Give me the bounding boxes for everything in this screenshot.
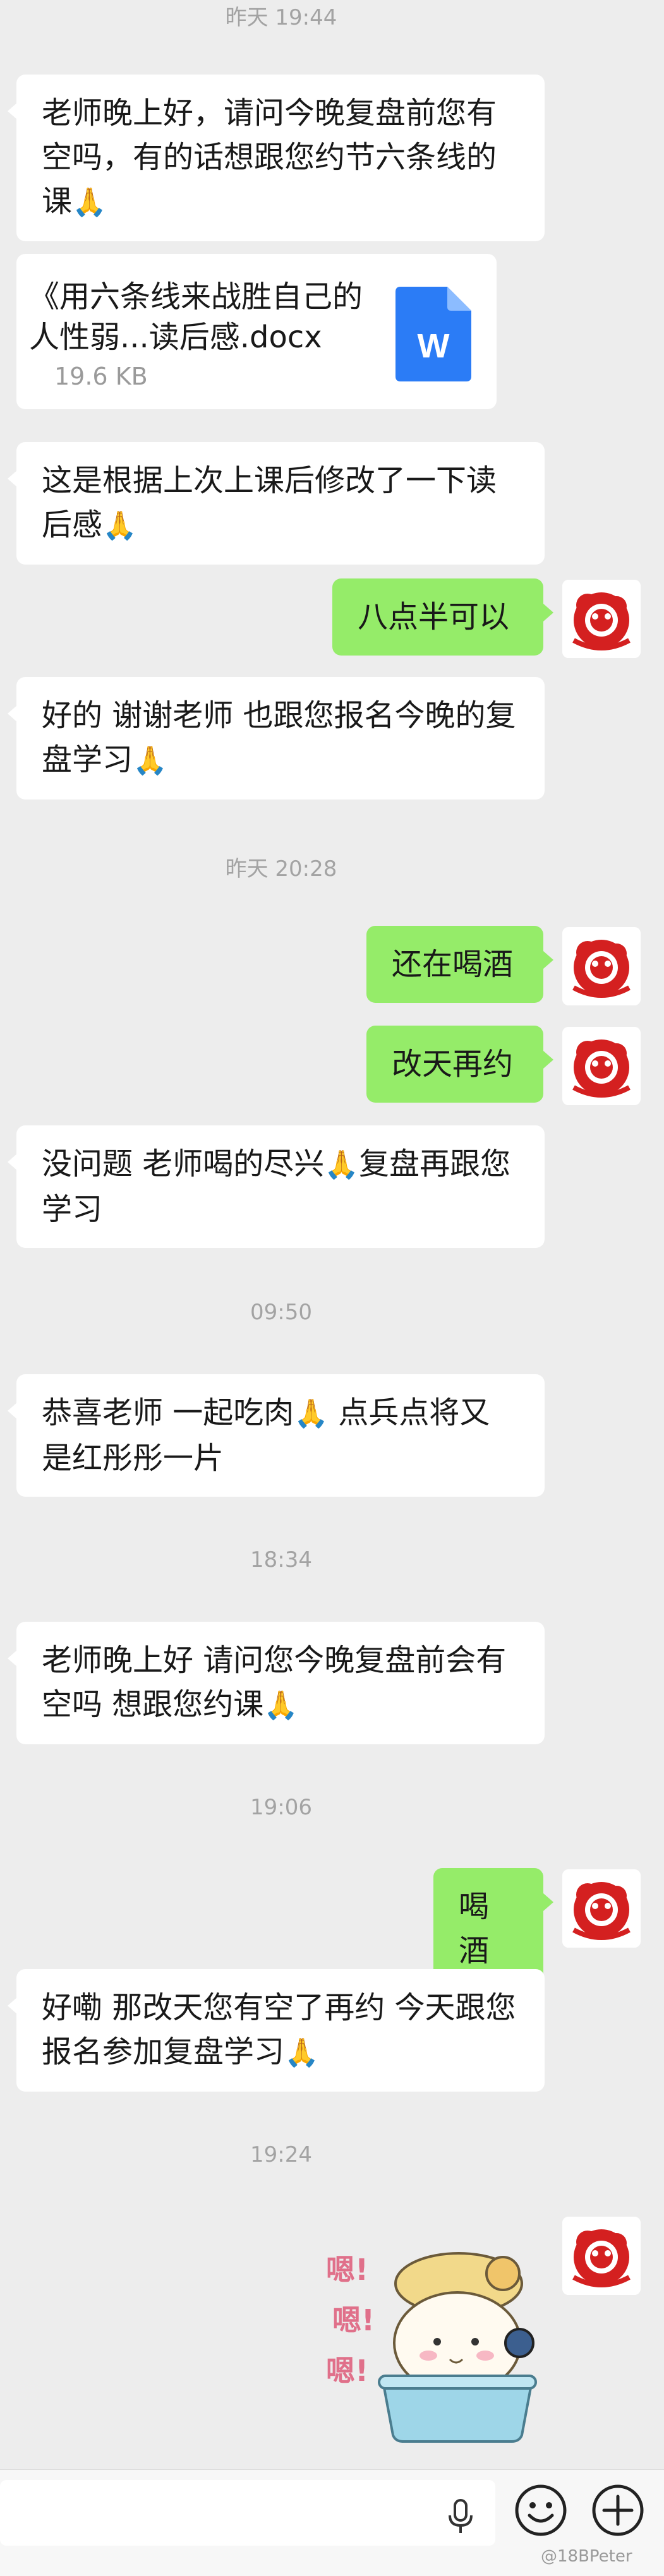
avatar[interactable] [562,1869,641,1948]
message-bubble-outgoing[interactable]: 改天再约 [366,1026,553,1103]
avatar[interactable] [562,1027,641,1105]
plus-icon[interactable] [590,2483,646,2538]
timestamp: 18:34 [250,1547,312,1573]
pray-emoji: 🙏 [324,1149,359,1181]
message-bubble-outgoing[interactable]: 八点半可以 [332,578,553,656]
pray-emoji: 🙏 [72,186,107,219]
timestamp: 昨天 19:44 [225,5,337,30]
emoji-icon[interactable] [513,2483,569,2538]
avatar[interactable] [562,580,641,658]
papercut-avatar-icon [562,580,641,658]
message-text: 喝酒 [459,1889,490,1968]
sticker-text: 嗯! [326,2253,368,2287]
word-doc-icon: W [395,287,471,381]
papercut-avatar-icon [562,927,641,1005]
avatar[interactable] [562,927,641,1005]
timestamp: 09:50 [250,1300,312,1325]
pray-emoji: 🙏 [133,745,167,777]
timestamp: 昨天 20:28 [225,856,337,882]
word-letter: W [418,327,450,365]
message-bubble-outgoing[interactable]: 还在喝酒 [366,926,553,1003]
pray-emoji: 🙏 [294,1398,329,1430]
message-text: 八点半可以 [358,599,510,635]
message-text: 好的 谢谢老师 也跟您报名今晚的复盘学习 [42,698,516,777]
message-text: 还在喝酒 [392,947,514,982]
sticker-text: 嗯! [332,2303,375,2337]
pray-emoji: 🙏 [102,510,137,542]
message-text: 好嘞 那改天您有空了再约 今天跟您报名参加复盘学习 [42,1990,516,2070]
papercut-avatar-icon [562,1027,641,1105]
message-bubble-incoming[interactable]: 好嘞 那改天您有空了再约 今天跟您报名参加复盘学习🙏 [8,1969,545,2092]
message-text: 没问题 老师喝的尽兴 [42,1146,325,1182]
papercut-avatar-icon [562,1869,641,1948]
voice-icon[interactable] [445,2498,476,2536]
file-message-card[interactable]: 《用六条线来战胜自己的人性弱...读后感.docx 19.6 KB W [16,254,497,409]
input-bar: @18BPeter [0,2469,664,2576]
message-text: 恭喜老师 一起吃肉 [42,1395,294,1430]
timestamp: 19:24 [250,2142,312,2167]
sticker-text: 嗯! [326,2354,368,2388]
message-bubble-incoming[interactable]: 恭喜老师 一起吃肉🙏 点兵点将又是红彤彤一片 [8,1374,545,1497]
message-bubble-incoming[interactable]: 老师晚上好，请问今晚复盘前您有空吗，有的话想跟您约节六条线的课🙏 [8,75,545,241]
message-bubble-incoming[interactable]: 这是根据上次上课后修改了一下读后感🙏 [8,442,545,565]
message-input[interactable] [0,2480,495,2546]
papercut-avatar-icon [562,2217,641,2295]
message-bubble-incoming[interactable]: 好的 谢谢老师 也跟您报名今晚的复盘学习🙏 [8,677,545,800]
sticker-bath-character[interactable]: 嗯! 嗯! 嗯! [313,2236,541,2444]
pray-emoji: 🙏 [263,1689,299,1722]
pray-emoji: 🙏 [284,2037,319,2069]
watermark: @18BPeter [541,2547,632,2566]
file-size: 19.6 KB [54,362,148,390]
file-name: 《用六条线来战胜自己的人性弱...读后感.docx [29,279,363,355]
timestamp: 19:06 [250,1795,312,1820]
message-text: 改天再约 [392,1046,514,1082]
message-bubble-incoming[interactable]: 老师晚上好 请问您今晚复盘前会有空吗 想跟您约课🙏 [8,1622,545,1744]
avatar[interactable] [562,2217,641,2295]
message-bubble-incoming[interactable]: 没问题 老师喝的尽兴🙏复盘再跟您学习 [8,1125,545,1248]
message-text: 老师晚上好，请问今晚复盘前您有空吗，有的话想跟您约节六条线的课 [42,95,497,219]
